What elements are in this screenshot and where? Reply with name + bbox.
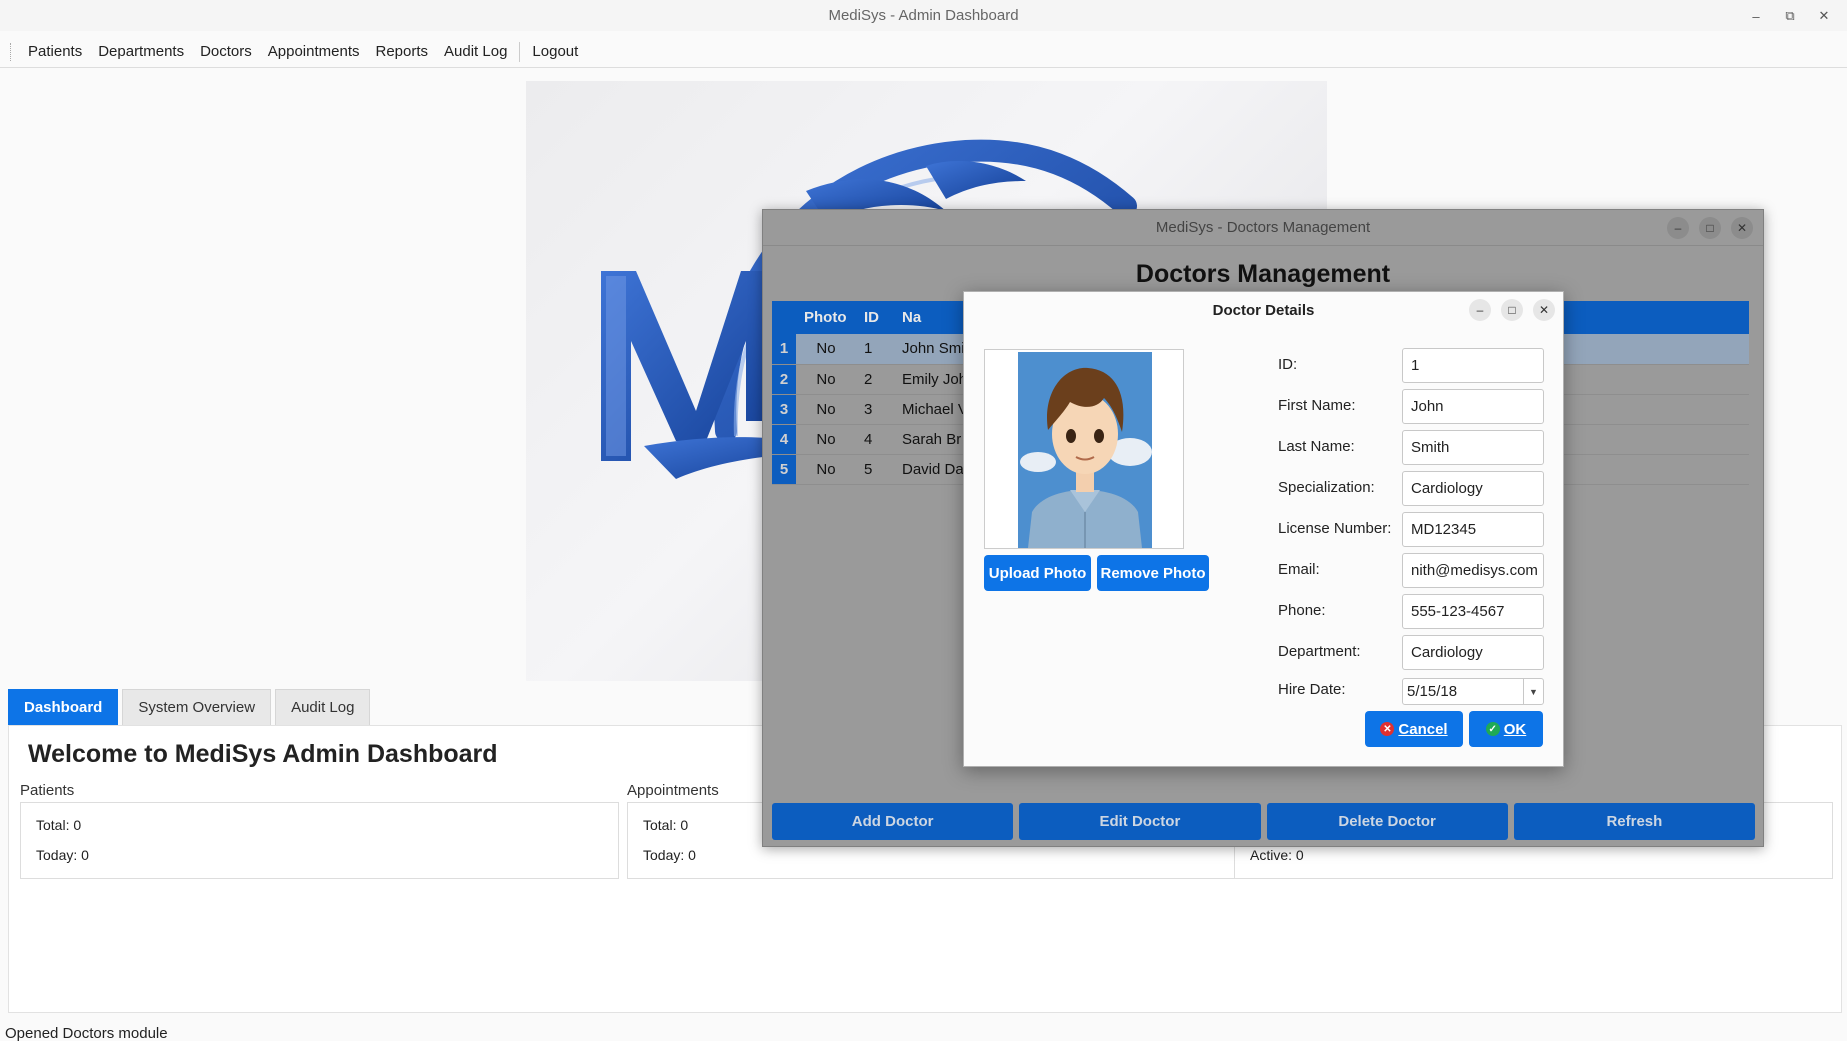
- row-number[interactable]: 3: [772, 394, 796, 425]
- id-label: ID:: [1278, 356, 1298, 373]
- cell-id[interactable]: 2: [856, 364, 894, 395]
- remove-photo-button[interactable]: Remove Photo: [1097, 555, 1209, 591]
- cell-photo[interactable]: No: [796, 364, 856, 395]
- row-number[interactable]: 5: [772, 454, 796, 485]
- appointments-group-label: Appointments: [627, 782, 719, 799]
- col-photo[interactable]: Photo: [796, 301, 856, 334]
- row-number[interactable]: 1: [772, 334, 796, 365]
- welcome-heading: Welcome to MediSys Admin Dashboard: [28, 740, 498, 768]
- checkmark-icon: ✓: [1485, 722, 1500, 736]
- row-number[interactable]: 4: [772, 424, 796, 455]
- cell-photo[interactable]: No: [796, 424, 856, 455]
- dd-maximize-icon[interactable]: □: [1501, 299, 1523, 321]
- status-bar: Opened Doctors module: [5, 1025, 168, 1041]
- tab-dashboard[interactable]: Dashboard: [8, 689, 119, 725]
- id-field[interactable]: 1: [1402, 348, 1544, 383]
- doctors-window-title: MediSys - Doctors Management: [763, 210, 1763, 246]
- chevron-down-icon[interactable]: ▼: [1523, 679, 1543, 704]
- doctor-photo: [1018, 352, 1152, 548]
- menu-audit-log[interactable]: Audit Log: [436, 43, 515, 60]
- cell-photo[interactable]: No: [796, 394, 856, 425]
- close-icon[interactable]: ✕: [1807, 4, 1841, 28]
- ok-label: OK: [1503, 720, 1527, 738]
- cell-id[interactable]: 5: [856, 454, 894, 485]
- minimize-icon[interactable]: –: [1739, 4, 1773, 28]
- cancel-label: Cancel: [1398, 720, 1448, 738]
- cell-id[interactable]: 3: [856, 394, 894, 425]
- department-label: Department:: [1278, 643, 1361, 660]
- dd-minimize-icon[interactable]: –: [1469, 299, 1491, 321]
- menu-appointments[interactable]: Appointments: [260, 43, 368, 60]
- row-number[interactable]: 2: [772, 364, 796, 395]
- phone-field[interactable]: 555-123-4567: [1402, 594, 1544, 629]
- specialization-label: Specialization:: [1278, 479, 1375, 496]
- dm-close-icon[interactable]: ✕: [1731, 217, 1753, 239]
- add-doctor-button[interactable]: Add Doctor: [772, 803, 1014, 840]
- license-number-label: License Number:: [1278, 520, 1392, 537]
- hire-date-label: Hire Date:: [1278, 681, 1346, 698]
- patients-total: Total: 0: [36, 817, 82, 833]
- last-name-field[interactable]: Smith: [1402, 430, 1544, 465]
- last-name-label: Last Name:: [1278, 438, 1355, 455]
- menu-reports[interactable]: Reports: [368, 43, 437, 60]
- hire-date-value: 5/15/18: [1407, 683, 1458, 700]
- menu-separator: [519, 41, 521, 62]
- tab-system-overview[interactable]: System Overview: [122, 689, 272, 725]
- menu-logout[interactable]: Logout: [524, 43, 586, 60]
- phone-label: Phone:: [1278, 602, 1326, 619]
- main-titlebar: MediSys - Admin Dashboard – ⧉ ✕: [0, 0, 1847, 31]
- license-number-field[interactable]: MD12345: [1402, 512, 1544, 547]
- email-field[interactable]: nith@medisys.com: [1402, 553, 1544, 588]
- table-corner: [772, 301, 796, 334]
- first-name-field[interactable]: John: [1402, 389, 1544, 424]
- ok-button[interactable]: ✓ OK: [1469, 711, 1543, 747]
- first-name-label: First Name:: [1278, 397, 1356, 414]
- cell-id[interactable]: 4: [856, 424, 894, 455]
- appointments-total: Total: 0: [643, 817, 689, 833]
- tab-audit-log[interactable]: Audit Log: [275, 689, 371, 725]
- hire-date-picker[interactable]: 5/15/18 ▼: [1402, 678, 1544, 705]
- third-active: Active: 0: [1250, 847, 1304, 863]
- refresh-button[interactable]: Refresh: [1513, 803, 1755, 840]
- cancel-button[interactable]: ✕ Cancel: [1365, 711, 1463, 747]
- dashboard-tabs: Dashboard System Overview Audit Log: [8, 689, 371, 725]
- department-field[interactable]: Cardiology: [1402, 635, 1544, 670]
- dm-maximize-icon[interactable]: □: [1699, 217, 1721, 239]
- main-window-title: MediSys - Admin Dashboard: [828, 7, 1019, 24]
- toolbar-grip: [10, 42, 13, 61]
- upload-photo-button[interactable]: Upload Photo: [984, 555, 1091, 591]
- cell-id[interactable]: 1: [856, 334, 894, 365]
- restore-icon[interactable]: ⧉: [1773, 4, 1807, 28]
- doctors-button-bar: Add Doctor Edit Doctor Delete Doctor Ref…: [772, 803, 1755, 840]
- menu-departments[interactable]: Departments: [90, 43, 192, 60]
- cancel-icon: ✕: [1380, 722, 1395, 736]
- photo-frame: [984, 349, 1184, 549]
- doctor-details-dialog: Doctor Details – □ ✕ Upload Photo Remove…: [963, 291, 1564, 767]
- specialization-field[interactable]: Cardiology: [1402, 471, 1544, 506]
- email-label: Email:: [1278, 561, 1320, 578]
- patients-group: Total: 0 Today: 0: [20, 802, 619, 879]
- col-id[interactable]: ID: [856, 301, 894, 334]
- dm-minimize-icon[interactable]: –: [1667, 217, 1689, 239]
- delete-doctor-button[interactable]: Delete Doctor: [1266, 803, 1508, 840]
- edit-doctor-button[interactable]: Edit Doctor: [1019, 803, 1261, 840]
- menu-patients[interactable]: Patients: [20, 43, 90, 60]
- menu-doctors[interactable]: Doctors: [192, 43, 260, 60]
- patients-today: Today: 0: [36, 847, 89, 863]
- cell-photo[interactable]: No: [796, 334, 856, 365]
- menu-bar: Patients Departments Doctors Appointment…: [0, 36, 1847, 68]
- dd-close-icon[interactable]: ✕: [1533, 299, 1555, 321]
- appointments-today: Today: 0: [643, 847, 696, 863]
- cell-photo[interactable]: No: [796, 454, 856, 485]
- doctors-heading: Doctors Management: [1135, 260, 1391, 288]
- patients-group-label: Patients: [20, 782, 75, 799]
